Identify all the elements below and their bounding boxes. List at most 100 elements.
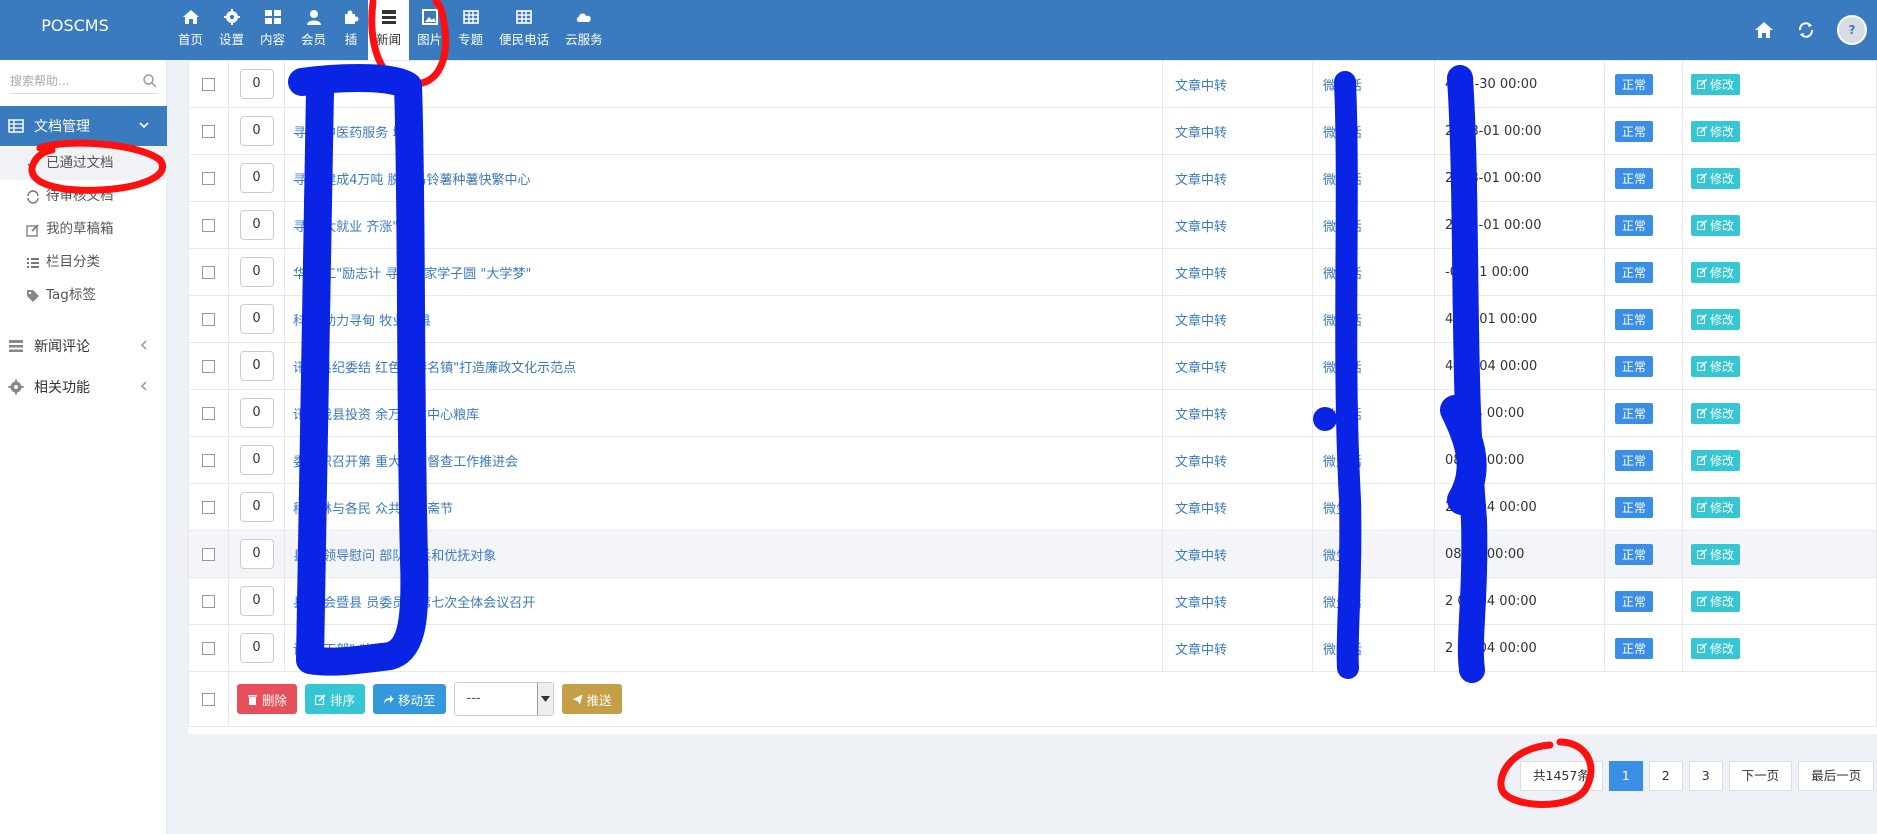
nav-topics[interactable]: 专题: [450, 0, 491, 60]
edit-button[interactable]: 修改: [1691, 120, 1741, 142]
order-input[interactable]: 0: [239, 445, 274, 475]
source-link[interactable]: 微生活: [1323, 267, 1362, 282]
edit-button[interactable]: 修改: [1691, 308, 1741, 330]
menu-related[interactable]: 相关功能: [0, 367, 167, 407]
nav-members[interactable]: 会员: [293, 0, 334, 60]
document-title-link[interactable]: 讯】我县投资 余万元建中心粮库: [293, 408, 479, 423]
document-title-link[interactable]: 寺 万人同庆开斋节: [293, 79, 401, 94]
document-title-link[interactable]: 华 建工"励志计 寻甸农家学子圆 "大学梦": [293, 267, 531, 282]
row-checkbox[interactable]: [202, 406, 215, 420]
select-all-checkbox[interactable]: [202, 692, 215, 706]
avatar[interactable]: ?: [1837, 15, 1867, 45]
source-link[interactable]: 微生活: [1323, 126, 1362, 141]
category-link[interactable]: 文章中转: [1175, 408, 1227, 423]
document-title-link[interactable]: 讯】县纪委结 红色旅游名镇"打造廉政文化示范点: [293, 361, 576, 376]
order-input[interactable]: 0: [239, 539, 274, 569]
source-link[interactable]: 微生活: [1323, 79, 1362, 94]
page-2[interactable]: 2: [1648, 761, 1683, 791]
page-1[interactable]: 1: [1608, 761, 1643, 791]
next-page[interactable]: 下一页: [1728, 761, 1793, 791]
order-input[interactable]: 0: [239, 69, 274, 99]
order-input[interactable]: 0: [239, 633, 274, 663]
edit-button[interactable]: 修改: [1691, 543, 1741, 565]
source-link[interactable]: 微生活: [1323, 455, 1362, 470]
category-link[interactable]: 文章中转: [1175, 361, 1227, 376]
source-link[interactable]: 微生活: [1323, 314, 1362, 329]
category-link[interactable]: 文章中转: [1175, 596, 1227, 611]
order-input[interactable]: 0: [239, 492, 274, 522]
source-link[interactable]: 微生活: [1323, 173, 1362, 188]
move-to-button[interactable]: 移动至: [373, 684, 446, 714]
sidebar-item-categories[interactable]: 栏目分类: [0, 246, 167, 279]
sidebar-item-tags[interactable]: Tag标签: [0, 279, 167, 312]
sidebar-item-drafts[interactable]: 我的草稿箱: [0, 213, 167, 246]
category-link[interactable]: 文章中转: [1175, 314, 1227, 329]
order-input[interactable]: 0: [239, 586, 274, 616]
home-icon[interactable]: [1753, 19, 1775, 41]
row-checkbox[interactable]: [202, 265, 215, 279]
document-title-link[interactable]: 寻 县中医药服务 城乡: [293, 126, 418, 141]
source-link[interactable]: 微生活: [1323, 596, 1362, 611]
document-title-link[interactable]: 科 新助力寻甸 牧业大县: [293, 314, 431, 329]
order-input[interactable]: 0: [239, 257, 274, 287]
row-checkbox[interactable]: [202, 312, 215, 326]
document-title-link[interactable]: 穆斯林与各民 众共庆开斋节: [293, 502, 453, 517]
source-link[interactable]: 微生活: [1323, 502, 1362, 517]
document-title-link[interactable]: 寻 县建成4万吨 脱毒马铃薯种薯快繁中心: [293, 173, 531, 188]
row-checkbox[interactable]: [202, 594, 215, 608]
edit-button[interactable]: 修改: [1691, 449, 1741, 471]
edit-button[interactable]: 修改: [1691, 637, 1741, 659]
sidebar-item-approved[interactable]: 已通过文档: [0, 147, 167, 180]
document-title-link[interactable]: 委组织召开第 重大项目督查工作推进会: [293, 455, 518, 470]
category-link[interactable]: 文章中转: [1175, 455, 1227, 470]
category-link[interactable]: 文章中转: [1175, 79, 1227, 94]
category-link[interactable]: 文章中转: [1175, 549, 1227, 564]
order-input[interactable]: 0: [239, 304, 274, 334]
edit-button[interactable]: 修改: [1691, 261, 1741, 283]
nav-phones[interactable]: 便民电话: [491, 0, 557, 60]
category-link[interactable]: 文章中转: [1175, 502, 1227, 517]
nav-cloud[interactable]: 云服务: [557, 0, 611, 60]
edit-button[interactable]: 修改: [1691, 355, 1741, 377]
menu-doc-management[interactable]: 文档管理: [0, 106, 167, 146]
nav-home[interactable]: 首页: [170, 0, 211, 60]
edit-button[interactable]: 修改: [1691, 167, 1741, 189]
category-link[interactable]: 文章中转: [1175, 220, 1227, 235]
order-input[interactable]: 0: [239, 398, 274, 428]
order-input[interactable]: 0: [239, 210, 274, 240]
edit-button[interactable]: 修改: [1691, 590, 1741, 612]
row-checkbox[interactable]: [202, 77, 215, 91]
source-link[interactable]: 微生活: [1323, 361, 1362, 376]
source-link[interactable]: 微生活: [1323, 549, 1362, 564]
category-link[interactable]: 文章中转: [1175, 267, 1227, 282]
row-checkbox[interactable]: [202, 547, 215, 561]
nav-news[interactable]: 新闻: [368, 0, 410, 60]
document-title-link[interactable]: 寻 扩大就业 齐涨": [293, 220, 398, 235]
row-checkbox[interactable]: [202, 124, 215, 138]
edit-button[interactable]: 修改: [1691, 496, 1741, 518]
sidebar-item-pending[interactable]: 待审核文档: [0, 180, 167, 213]
search-icon[interactable]: [142, 73, 158, 89]
page-3[interactable]: 3: [1688, 761, 1723, 791]
delete-button[interactable]: 删除: [237, 684, 298, 714]
source-link[interactable]: 微生活: [1323, 408, 1362, 423]
category-link[interactable]: 文章中转: [1175, 126, 1227, 141]
document-title-link[interactable]: 讲 好干部" "好班子": [293, 643, 410, 658]
category-link[interactable]: 文章中转: [1175, 173, 1227, 188]
sort-button[interactable]: 排序: [305, 684, 366, 714]
source-link[interactable]: 微生活: [1323, 643, 1362, 658]
nav-images[interactable]: 图片: [409, 0, 450, 60]
nav-content[interactable]: 内容: [252, 0, 293, 60]
row-checkbox[interactable]: [202, 453, 215, 467]
nav-plugins[interactable]: 插: [334, 0, 368, 60]
move-target-select[interactable]: ---: [453, 682, 554, 716]
search-input[interactable]: 搜索帮助...: [10, 70, 158, 94]
edit-button[interactable]: 修改: [1691, 402, 1741, 424]
menu-news-comments[interactable]: 新闻评论: [0, 326, 167, 366]
order-input[interactable]: 0: [239, 351, 274, 381]
nav-settings[interactable]: 设置: [211, 0, 252, 60]
row-checkbox[interactable]: [202, 359, 215, 373]
brand-logo[interactable]: POSCMS: [0, 0, 150, 60]
order-input[interactable]: 0: [239, 116, 274, 146]
row-checkbox[interactable]: [202, 500, 215, 514]
